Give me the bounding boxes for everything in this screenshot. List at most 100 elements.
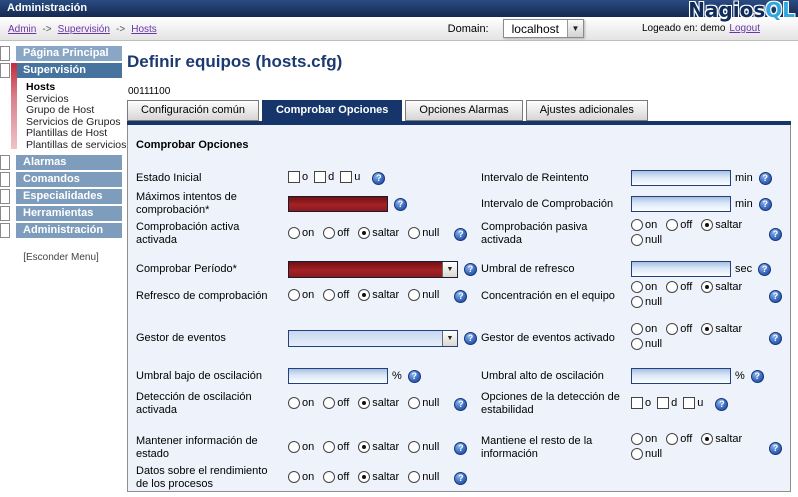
mantiene_resto-radio-null[interactable] bbox=[631, 448, 643, 460]
deteccion_oscilacion-radio-on[interactable] bbox=[288, 397, 300, 409]
help-icon[interactable]: ? bbox=[454, 290, 467, 303]
refresco_comprobacion-radio-null[interactable] bbox=[408, 289, 420, 301]
datos_rendimiento-option-saltar[interactable]: saltar bbox=[358, 471, 399, 483]
help-icon[interactable]: ? bbox=[454, 398, 467, 411]
gestor_eventos_activado-radio-saltar[interactable] bbox=[701, 323, 713, 335]
mantiene_resto-radio-off[interactable] bbox=[666, 433, 678, 445]
concentracion_equipo-radio-on[interactable] bbox=[631, 281, 643, 293]
sidebar-item-plantillas-de-servicios[interactable]: Plantillas de servicios bbox=[26, 140, 122, 152]
estado_inicial-option-u[interactable]: u bbox=[340, 171, 360, 183]
comprobacion_activa-radio-on[interactable] bbox=[288, 227, 300, 239]
tab-comprobar-opciones[interactable]: Comprobar Opciones bbox=[262, 100, 402, 121]
sidebar-item-comandos[interactable]: Comandos bbox=[16, 172, 122, 187]
comprobacion_activa-option-on[interactable]: on bbox=[288, 227, 314, 239]
mantener_info-option-on[interactable]: on bbox=[288, 441, 314, 453]
gestor_eventos_activado-option-null[interactable]: null bbox=[631, 338, 662, 350]
refresco_comprobacion-option-on[interactable]: on bbox=[288, 289, 314, 301]
comprobacion_pasiva-radio-on[interactable] bbox=[631, 219, 643, 231]
datos_rendimiento-option-off[interactable]: off bbox=[323, 471, 349, 483]
refresco_comprobacion-radio-on[interactable] bbox=[288, 289, 300, 301]
concentracion_equipo-option-off[interactable]: off bbox=[666, 281, 692, 293]
sidebar-item-plantillas-de-host[interactable]: Plantillas de Host bbox=[26, 128, 122, 140]
deteccion_oscilacion-option-null[interactable]: null bbox=[408, 397, 439, 409]
help-icon[interactable]: ? bbox=[464, 263, 477, 276]
mantiene_resto-option-null[interactable]: null bbox=[631, 448, 662, 460]
sidebar-item-grupo-de-host[interactable]: Grupo de Host bbox=[26, 105, 122, 117]
sidebar-item-hosts[interactable]: Hosts bbox=[26, 82, 122, 94]
datos_rendimiento-radio-off[interactable] bbox=[323, 471, 335, 483]
tab-configuracion-comun[interactable]: Configuración común bbox=[127, 100, 259, 121]
mantener_info-option-null[interactable]: null bbox=[408, 441, 439, 453]
comprobacion_activa-radio-saltar[interactable] bbox=[358, 227, 370, 239]
mantener_info-radio-saltar[interactable] bbox=[358, 441, 370, 453]
help-icon[interactable]: ? bbox=[751, 370, 764, 383]
chevron-down-icon[interactable]: ▼ bbox=[567, 20, 583, 37]
comprobacion_activa-option-off[interactable]: off bbox=[323, 227, 349, 239]
comprobacion_pasiva-option-null[interactable]: null bbox=[631, 234, 662, 246]
breadcrumb-admin[interactable]: Admin bbox=[8, 24, 36, 35]
concentracion_equipo-option-on[interactable]: on bbox=[631, 281, 657, 293]
comprobacion_pasiva-radio-null[interactable] bbox=[631, 234, 643, 246]
opciones_estabilidad-option-u[interactable]: u bbox=[683, 397, 703, 409]
estado_inicial-checkbox-u[interactable] bbox=[340, 171, 352, 183]
tab-opciones-alarmas[interactable]: Opciones Alarmas bbox=[405, 100, 522, 121]
refresco_comprobacion-option-null[interactable]: null bbox=[408, 289, 439, 301]
sidebar-item-supervision[interactable]: Supervisión bbox=[16, 63, 122, 78]
umbral-alto-input[interactable] bbox=[631, 368, 731, 384]
sidebar-item-alarmas[interactable]: Alarmas bbox=[16, 155, 122, 170]
gestor_eventos_activado-option-on[interactable]: on bbox=[631, 323, 657, 335]
logout-link[interactable]: Logout bbox=[729, 23, 760, 34]
comprobacion_pasiva-option-on[interactable]: on bbox=[631, 219, 657, 231]
help-icon[interactable]: ? bbox=[715, 398, 728, 411]
deteccion_oscilacion-option-on[interactable]: on bbox=[288, 397, 314, 409]
mantiene_resto-radio-saltar[interactable] bbox=[701, 433, 713, 445]
domain-select[interactable]: localhost ▼ bbox=[503, 19, 584, 38]
maximos-intentos-input[interactable] bbox=[288, 196, 388, 212]
gestor_eventos_activado-radio-null[interactable] bbox=[631, 338, 643, 350]
mantiene_resto-option-saltar[interactable]: saltar bbox=[701, 433, 742, 445]
datos_rendimiento-radio-null[interactable] bbox=[408, 471, 420, 483]
intervalo-comprobacion-input[interactable] bbox=[631, 196, 731, 212]
intervalo-reintento-input[interactable] bbox=[631, 170, 731, 186]
mantener_info-option-saltar[interactable]: saltar bbox=[358, 441, 399, 453]
help-icon[interactable]: ? bbox=[454, 442, 467, 455]
comprobacion_activa-radio-null[interactable] bbox=[408, 227, 420, 239]
comprobacion_pasiva-option-off[interactable]: off bbox=[666, 219, 692, 231]
sidebar-item-pagina-principal[interactable]: Página Principal bbox=[16, 46, 122, 61]
refresco_comprobacion-option-off[interactable]: off bbox=[323, 289, 349, 301]
opciones_estabilidad-option-d[interactable]: d bbox=[657, 397, 677, 409]
help-icon[interactable]: ? bbox=[769, 228, 782, 241]
help-icon[interactable]: ? bbox=[454, 228, 467, 241]
gestor_eventos_activado-option-off[interactable]: off bbox=[666, 323, 692, 335]
datos_rendimiento-radio-on[interactable] bbox=[288, 471, 300, 483]
mantiene_resto-option-on[interactable]: on bbox=[631, 433, 657, 445]
help-icon[interactable]: ? bbox=[758, 263, 771, 276]
comprobacion_pasiva-radio-saltar[interactable] bbox=[701, 219, 713, 231]
gestor_eventos_activado-radio-on[interactable] bbox=[631, 323, 643, 335]
deteccion_oscilacion-option-saltar[interactable]: saltar bbox=[358, 397, 399, 409]
help-icon[interactable]: ? bbox=[769, 442, 782, 455]
sidebar-item-herramientas[interactable]: Herramientas bbox=[16, 206, 122, 221]
concentracion_equipo-radio-saltar[interactable] bbox=[701, 281, 713, 293]
mantener_info-radio-off[interactable] bbox=[323, 441, 335, 453]
estado_inicial-checkbox-o[interactable] bbox=[288, 171, 300, 183]
sidebar-item-especialidades[interactable]: Especialidades bbox=[16, 189, 122, 204]
comprobacion_activa-radio-off[interactable] bbox=[323, 227, 335, 239]
deteccion_oscilacion-radio-off[interactable] bbox=[323, 397, 335, 409]
help-icon[interactable]: ? bbox=[759, 172, 772, 185]
breadcrumb-supervision[interactable]: Supervisión bbox=[58, 24, 110, 35]
refresco_comprobacion-radio-off[interactable] bbox=[323, 289, 335, 301]
help-icon[interactable]: ? bbox=[464, 332, 477, 345]
estado_inicial-option-d[interactable]: d bbox=[314, 171, 334, 183]
help-icon[interactable]: ? bbox=[454, 472, 467, 485]
mantener_info-radio-on[interactable] bbox=[288, 441, 300, 453]
sidebar-item-administracion[interactable]: Administración bbox=[16, 223, 122, 238]
comprobacion_activa-option-saltar[interactable]: saltar bbox=[358, 227, 399, 239]
tab-ajustes-adicionales[interactable]: Ajustes adicionales bbox=[526, 100, 648, 121]
umbral-bajo-input[interactable] bbox=[288, 368, 388, 384]
concentracion_equipo-radio-null[interactable] bbox=[631, 296, 643, 308]
gestor-eventos-select[interactable]: ▼ bbox=[288, 330, 458, 347]
deteccion_oscilacion-radio-null[interactable] bbox=[408, 397, 420, 409]
refresco_comprobacion-option-saltar[interactable]: saltar bbox=[358, 289, 399, 301]
opciones_estabilidad-option-o[interactable]: o bbox=[631, 397, 651, 409]
